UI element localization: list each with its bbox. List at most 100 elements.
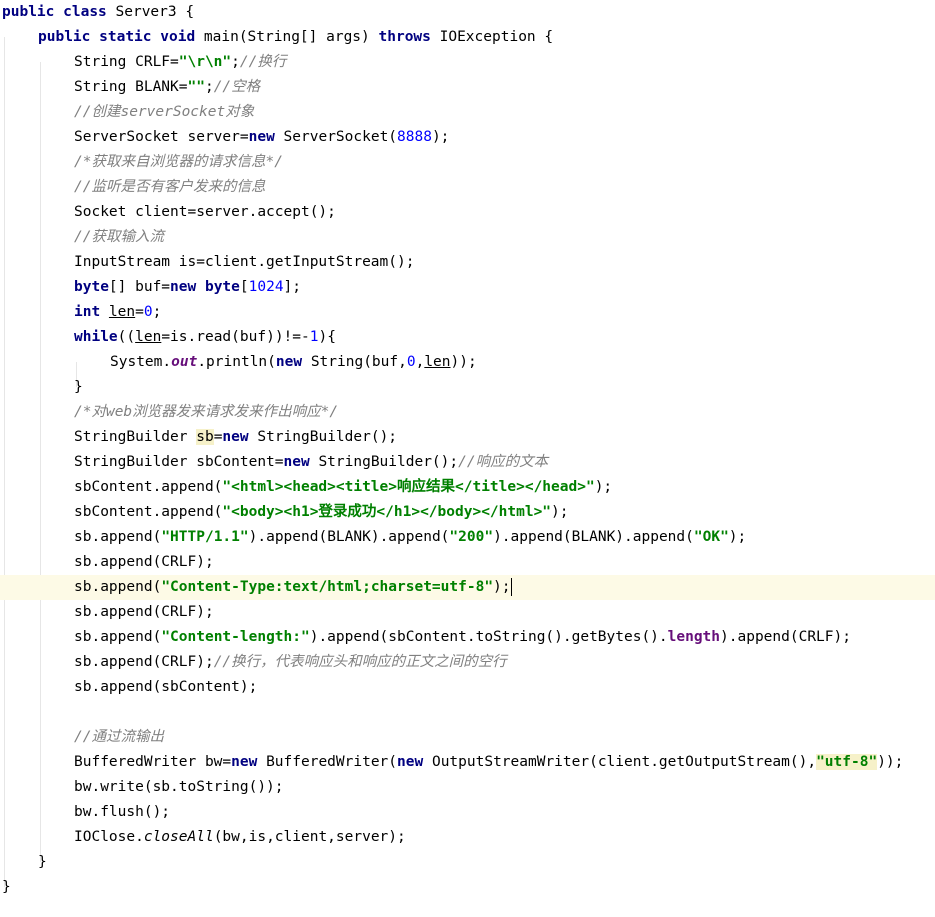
code-text: sb.append("Content-length:").append(sbCo… bbox=[74, 625, 851, 650]
text-caret bbox=[510, 578, 512, 596]
code-token: sb bbox=[196, 429, 214, 445]
code-line[interactable]: //获取输入流 bbox=[0, 225, 935, 250]
code-line[interactable]: ServerSocket server=new ServerSocket(888… bbox=[0, 125, 935, 150]
code-line[interactable]: while((len=is.read(buf))!=-1){ bbox=[0, 325, 935, 350]
code-line[interactable]: int len=0; bbox=[0, 300, 935, 325]
code-editor[interactable]: public class Server3 {public static void… bbox=[0, 0, 935, 917]
code-token: public bbox=[2, 4, 55, 20]
code-token: 0 bbox=[406, 354, 416, 370]
code-token: =is.read(buf))!=- bbox=[161, 329, 310, 345]
code-token: /*对web浏览器发来请求发来作出响应*/ bbox=[74, 404, 339, 420]
code-line[interactable]: //通过流输出 bbox=[0, 725, 935, 750]
code-token: } bbox=[74, 379, 83, 395]
code-line[interactable]: } bbox=[0, 875, 935, 900]
code-text: /*获取来自浏览器的请求信息*/ bbox=[74, 150, 283, 175]
code-token: sb.append(CRLF); bbox=[74, 554, 214, 570]
code-token: 0 bbox=[143, 304, 153, 320]
code-token: ; bbox=[231, 54, 240, 70]
code-token: sb.append( bbox=[74, 529, 162, 545]
code-line[interactable]: sb.append("HTTP/1.1").append(BLANK).appe… bbox=[0, 525, 935, 550]
code-line[interactable]: //监听是否有客户发来的信息 bbox=[0, 175, 935, 200]
code-line[interactable]: sb.append(sbContent); bbox=[0, 675, 935, 700]
code-text: sbContent.append("<html><head><title>响应结… bbox=[74, 475, 612, 500]
code-line[interactable]: sbContent.append("<body><h1>登录成功</h1></b… bbox=[0, 500, 935, 525]
code-line[interactable]: String CRLF="\r\n";//换行 bbox=[0, 50, 935, 75]
code-token: StringBuilder(); bbox=[248, 429, 398, 445]
code-token: 1024 bbox=[248, 279, 284, 295]
code-token: StringBuilder sbContent= bbox=[74, 454, 284, 470]
code-token: static bbox=[99, 29, 152, 45]
code-token: ).append(BLANK).append( bbox=[493, 529, 694, 545]
code-line[interactable]: bw.write(sb.toString()); bbox=[0, 775, 935, 800]
code-line[interactable]: /*对web浏览器发来请求发来作出响应*/ bbox=[0, 400, 935, 425]
code-text: sb.append(CRLF);//换行，代表响应头和响应的正文之间的空行 bbox=[74, 650, 507, 675]
code-line[interactable]: public class Server3 { bbox=[0, 0, 935, 25]
code-token: Server3 { bbox=[106, 4, 195, 20]
code-line[interactable]: //创建serverSocket对象 bbox=[0, 100, 935, 125]
code-text: BufferedWriter bw=new BufferedWriter(new… bbox=[74, 750, 903, 775]
code-token: sb.append(CRLF); bbox=[74, 604, 214, 620]
code-token: ).append(BLANK).append( bbox=[248, 529, 450, 545]
code-line[interactable]: InputStream is=client.getInputStream(); bbox=[0, 250, 935, 275]
code-token: //换行，代表响应头和响应的正文之间的空行 bbox=[213, 654, 507, 670]
code-token: while bbox=[74, 329, 118, 345]
code-token: out bbox=[171, 354, 198, 370]
code-token: //创建serverSocket对象 bbox=[74, 104, 255, 120]
code-line[interactable]: String BLANK="";//空格 bbox=[0, 75, 935, 100]
code-line[interactable]: sb.append(CRLF); bbox=[0, 550, 935, 575]
code-token: "Content-length:" bbox=[161, 629, 310, 645]
code-token: //空格 bbox=[213, 79, 261, 95]
code-line[interactable]: sbContent.append("<html><head><title>响应结… bbox=[0, 475, 935, 500]
code-token: "200" bbox=[449, 529, 494, 545]
code-text: } bbox=[74, 375, 83, 400]
code-token: StringBuilder bbox=[74, 429, 197, 445]
code-line[interactable]: BufferedWriter bw=new BufferedWriter(new… bbox=[0, 750, 935, 775]
code-token: IOException { bbox=[430, 29, 554, 45]
code-line[interactable]: Socket client=server.accept(); bbox=[0, 200, 935, 225]
code-line[interactable]: StringBuilder sb=new StringBuilder(); bbox=[0, 425, 935, 450]
code-line[interactable]: System.out.println(new String(buf,0,len)… bbox=[0, 350, 935, 375]
code-token: "\r\n" bbox=[178, 54, 232, 70]
code-line[interactable]: } bbox=[0, 375, 935, 400]
code-line[interactable]: IOClose.closeAll(bw,is,client,server); bbox=[0, 825, 935, 850]
code-token: new bbox=[231, 754, 258, 770]
code-line[interactable]: byte[] buf=new byte[1024]; bbox=[0, 275, 935, 300]
code-token: public bbox=[38, 29, 91, 45]
code-token: OutputStreamWriter(client.getOutputStrea… bbox=[423, 754, 817, 770]
code-token: [ bbox=[239, 279, 249, 295]
code-text: int len=0; bbox=[74, 300, 161, 325]
code-text: //通过流输出 bbox=[74, 725, 164, 750]
code-token: ).append(CRLF); bbox=[720, 629, 851, 645]
code-text: public class Server3 { bbox=[2, 0, 194, 25]
code-line-current[interactable]: sb.append("Content-Type:text/html;charse… bbox=[0, 575, 935, 600]
code-token: int bbox=[74, 304, 101, 320]
code-token: IOClose. bbox=[74, 829, 144, 845]
code-text: sb.append("Content-Type:text/html;charse… bbox=[74, 575, 512, 600]
code-line[interactable]: bw.flush(); bbox=[0, 800, 935, 825]
code-token: length bbox=[667, 629, 721, 645]
code-text: bw.write(sb.toString()); bbox=[74, 775, 284, 800]
code-token: new bbox=[397, 754, 424, 770]
code-token: "<body><h1>登录成功</h1></body></html>" bbox=[222, 504, 552, 520]
code-token: (bw,is,client,server); bbox=[213, 829, 406, 845]
code-token: new bbox=[170, 279, 197, 295]
code-token: throws bbox=[378, 29, 431, 45]
code-line[interactable]: StringBuilder sbContent=new StringBuilde… bbox=[0, 450, 935, 475]
code-token: String(buf, bbox=[302, 354, 407, 370]
code-line[interactable]: sb.append(CRLF); bbox=[0, 600, 935, 625]
code-token: ServerSocket( bbox=[274, 129, 398, 145]
code-token: String CRLF= bbox=[74, 54, 179, 70]
code-token: sb.append( bbox=[74, 629, 162, 645]
code-line[interactable] bbox=[0, 700, 935, 725]
code-line[interactable]: sb.append(CRLF);//换行，代表响应头和响应的正文之间的空行 bbox=[0, 650, 935, 675]
code-token: //监听是否有客户发来的信息 bbox=[74, 179, 266, 195]
code-line[interactable]: public static void main(String[] args) t… bbox=[0, 25, 935, 50]
code-line[interactable]: /*获取来自浏览器的请求信息*/ bbox=[0, 150, 935, 175]
code-line[interactable]: sb.append("Content-length:").append(sbCo… bbox=[0, 625, 935, 650]
code-line[interactable]: } bbox=[0, 850, 935, 875]
code-token: } bbox=[2, 879, 11, 895]
code-token: ); bbox=[493, 579, 511, 595]
